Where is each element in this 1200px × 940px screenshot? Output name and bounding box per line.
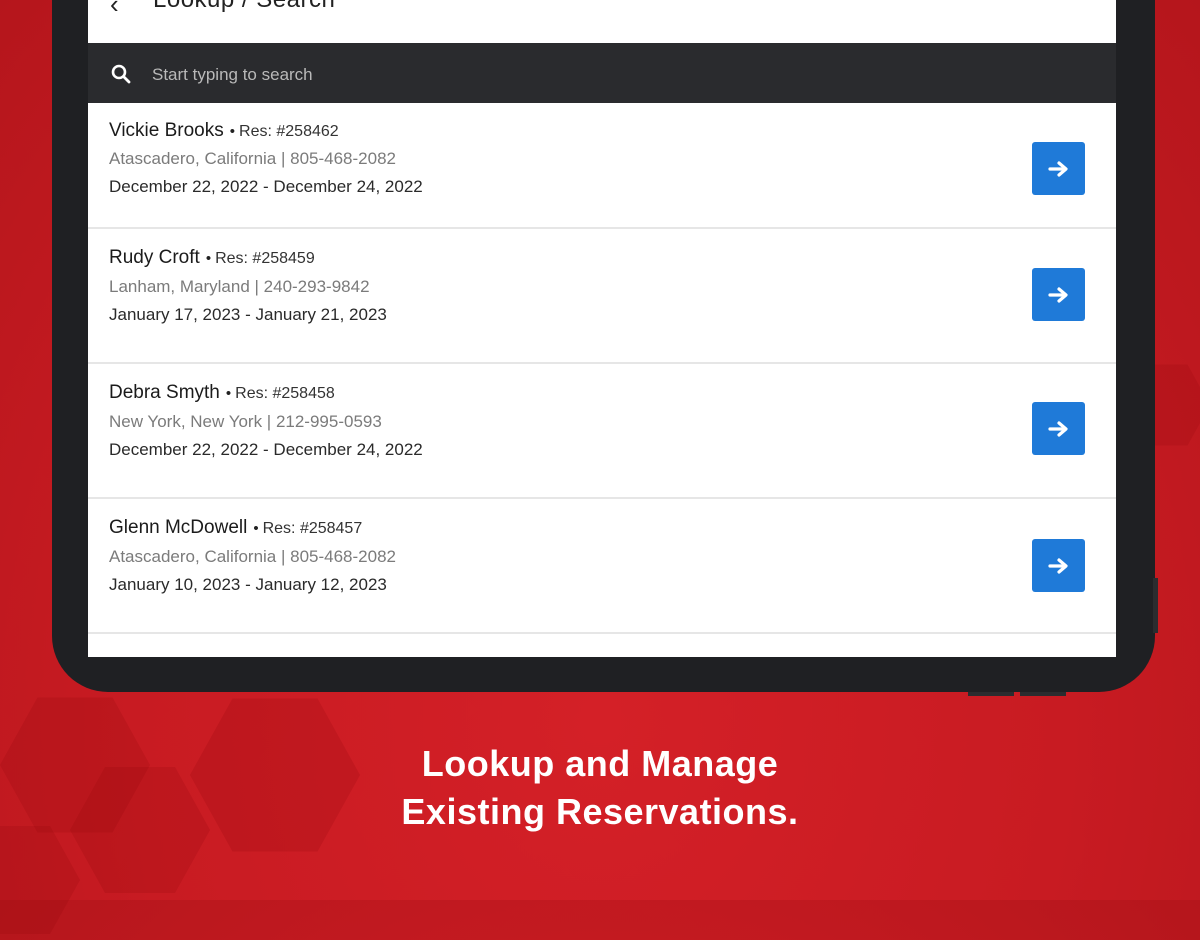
marketing-tagline: Lookup and Manage Existing Reservations.	[0, 740, 1200, 836]
reservation-row[interactable]: Debra Smyth • Res: #258458 New York, New Y…	[88, 364, 1116, 499]
reservation-header: Debra Smyth • Res: #258458	[109, 382, 335, 404]
guest-name: Debra Smyth	[109, 382, 220, 403]
open-reservation-button[interactable]	[1032, 539, 1085, 592]
guest-location-phone: New York, New York | 212-995-0593	[109, 412, 382, 431]
tagline-line-2: Existing Reservations.	[401, 791, 799, 832]
open-reservation-button[interactable]	[1032, 402, 1085, 455]
tablet-bottom-button	[1020, 692, 1066, 696]
guest-name: Rudy Croft	[109, 247, 200, 268]
app-screen: ‹ Lookup / Search Vickie Brooks•Res: #25…	[88, 0, 1116, 657]
separator-dot: •	[229, 123, 236, 140]
reservation-row[interactable]: Glenn McDowell • Res: #258457 Atascadero, …	[88, 499, 1116, 634]
open-reservation-button[interactable]	[1032, 142, 1085, 195]
arrow-right-icon	[1047, 286, 1068, 303]
reservation-number: Res: #258457	[262, 520, 363, 537]
arrow-right-icon	[1047, 160, 1068, 177]
tagline-line-1: Lookup and Manage	[421, 743, 779, 784]
guest-name: Glenn McDowell	[109, 517, 248, 538]
reservation-number: Res: #258459	[215, 250, 315, 267]
reservation-row[interactable]: Rudy Croft • Res: #258459 Lanham, Maryland…	[88, 229, 1116, 364]
stay-dates: December 22, 2022 - December 24, 2022	[109, 177, 423, 196]
guest-location-phone: Atascadero, California | 805-468-2082	[109, 547, 396, 566]
back-arrow-icon[interactable]: ‹	[110, 0, 130, 17]
reservation-number: Res: #258462	[239, 123, 339, 140]
stay-dates: January 17, 2023 - January 21, 2023	[109, 305, 387, 324]
tablet-side-button	[1153, 578, 1158, 633]
separator-dot: •	[253, 520, 259, 537]
reservation-row[interactable]: Vickie Brooks • Res: #258462 Atascadero, C…	[88, 103, 1116, 229]
list-item	[88, 634, 1116, 657]
guest-location-phone: Lanham, Maryland | 240-293-9842	[109, 277, 370, 296]
stay-dates: January 10, 2023 - January 12, 2023	[109, 575, 387, 594]
guest-name: Vickie Brooks	[109, 120, 224, 141]
reservation-header: Vickie Brooks • Res: #258462	[109, 120, 339, 142]
reservation-header: Rudy Croft • Res: #258459	[109, 247, 315, 269]
arrow-right-icon	[1047, 557, 1068, 574]
reservation-list: Vickie Brooks • Res: #258462 Atascadero, C…	[88, 103, 1116, 657]
search-bar	[88, 43, 1116, 103]
app-bar: ‹ Lookup / Search	[88, 0, 1116, 43]
stay-dates: December 22, 2022 - December 24, 2022	[109, 440, 423, 459]
separator-dot: •	[225, 385, 232, 402]
search-icon	[110, 63, 132, 85]
separator-dot: •	[205, 250, 212, 267]
reservation-header: Glenn McDowell • Res: #258457	[109, 517, 362, 539]
page-title: Lookup / Search	[153, 0, 335, 14]
background-hexagon	[0, 826, 80, 934]
search-input[interactable]	[150, 61, 1054, 89]
tablet-bottom-button	[968, 692, 1014, 696]
arrow-right-icon	[1047, 420, 1068, 437]
open-reservation-button[interactable]	[1032, 268, 1085, 321]
guest-location-phone: Atascadero, California | 805-468-2082	[109, 149, 396, 168]
reservation-number: Res: #258458	[235, 385, 335, 402]
